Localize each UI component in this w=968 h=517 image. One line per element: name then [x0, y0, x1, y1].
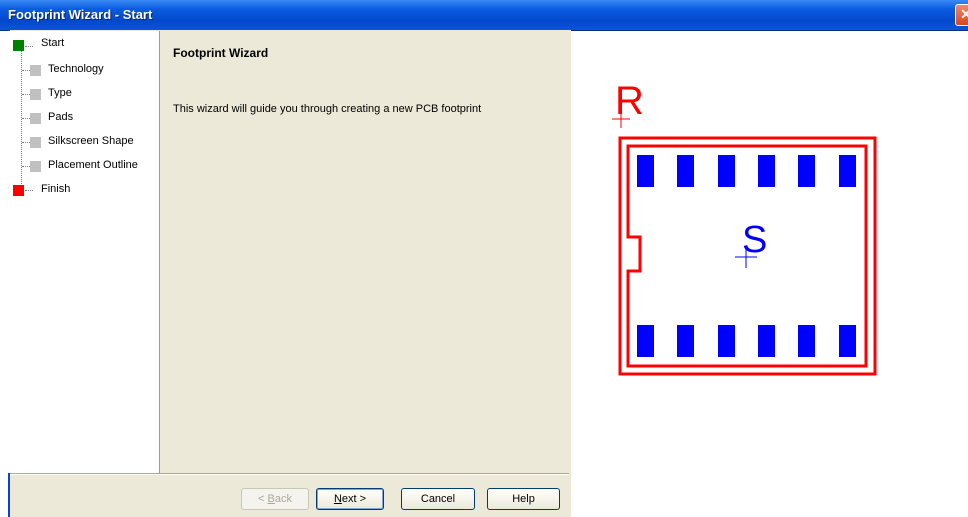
pad: [718, 325, 735, 357]
back-button[interactable]: < Back: [241, 488, 309, 510]
pad: [758, 325, 775, 357]
back-button-prefix: <: [258, 493, 268, 505]
cancel-button[interactable]: Cancel: [401, 488, 475, 510]
title-bar: Footprint Wizard - Start ✕: [0, 0, 968, 31]
step-pads-label: Pads: [48, 111, 74, 123]
step-technology-label: Technology: [48, 63, 104, 75]
step-type-marker-icon: [30, 89, 41, 100]
step-pads-marker-icon: [30, 113, 41, 124]
pad: [839, 325, 856, 357]
footprint-wizard-window: Footprint Wizard - Start ✕ Start Technol…: [0, 0, 968, 517]
pad: [677, 325, 694, 357]
pad: [758, 155, 775, 187]
pad: [637, 325, 654, 357]
step-type-label: Type: [48, 87, 72, 99]
step-start-marker-icon: [13, 40, 24, 51]
step-pads[interactable]: Pads: [8, 109, 158, 127]
back-button-rest: ack: [274, 493, 292, 505]
step-placement-outline[interactable]: Placement Outline: [8, 157, 158, 175]
window-title: Footprint Wizard - Start: [8, 7, 153, 22]
pad: [718, 155, 735, 187]
pad: [839, 155, 856, 187]
step-technology-marker-icon: [30, 65, 41, 76]
step-start-label: Start: [41, 37, 65, 49]
reference-designator: R: [615, 79, 644, 123]
next-button[interactable]: Next >: [316, 488, 384, 510]
step-silkscreen-shape[interactable]: Silkscreen Shape: [8, 133, 158, 151]
pad: [798, 325, 815, 357]
step-start[interactable]: Start: [8, 37, 158, 55]
intro-text: This wizard will guide you through creat…: [173, 103, 482, 115]
tree-branch-line: [22, 118, 30, 119]
close-button[interactable]: ✕: [955, 4, 968, 26]
steps-panel: Start Technology Type Pads Silkscreen Sh…: [8, 31, 160, 473]
pad: [677, 155, 694, 187]
footprint-preview-drawing: R S: [612, 79, 877, 376]
next-button-mnemonic: N: [333, 493, 342, 505]
tree-branch-line: [22, 94, 30, 95]
step-silkscreen-marker-icon: [30, 137, 41, 148]
tree-branch-line: [25, 190, 33, 191]
help-button[interactable]: Help: [487, 488, 560, 510]
pad: [798, 155, 815, 187]
step-placement-marker-icon: [30, 161, 41, 172]
pad: [637, 155, 654, 187]
tree-branch-line: [22, 142, 30, 143]
tree-branch-line: [22, 166, 30, 167]
button-separator: [10, 473, 569, 475]
next-button-rest: ext >: [341, 493, 367, 505]
tree-branch-line: [22, 70, 30, 71]
footprint-preview: R S: [571, 31, 968, 517]
step-technology[interactable]: Technology: [8, 61, 158, 79]
step-placement-outline-label: Placement Outline: [48, 159, 138, 171]
step-finish[interactable]: Finish: [8, 181, 158, 199]
tree-branch-line: [25, 46, 33, 47]
step-silkscreen-shape-label: Silkscreen Shape: [48, 135, 134, 147]
close-icon: ✕: [960, 6, 968, 22]
page-title: Footprint Wizard: [173, 46, 269, 60]
back-button-mnemonic: B: [267, 493, 275, 505]
step-finish-label: Finish: [41, 183, 71, 195]
step-type[interactable]: Type: [8, 85, 158, 103]
step-finish-marker-icon: [13, 185, 24, 196]
